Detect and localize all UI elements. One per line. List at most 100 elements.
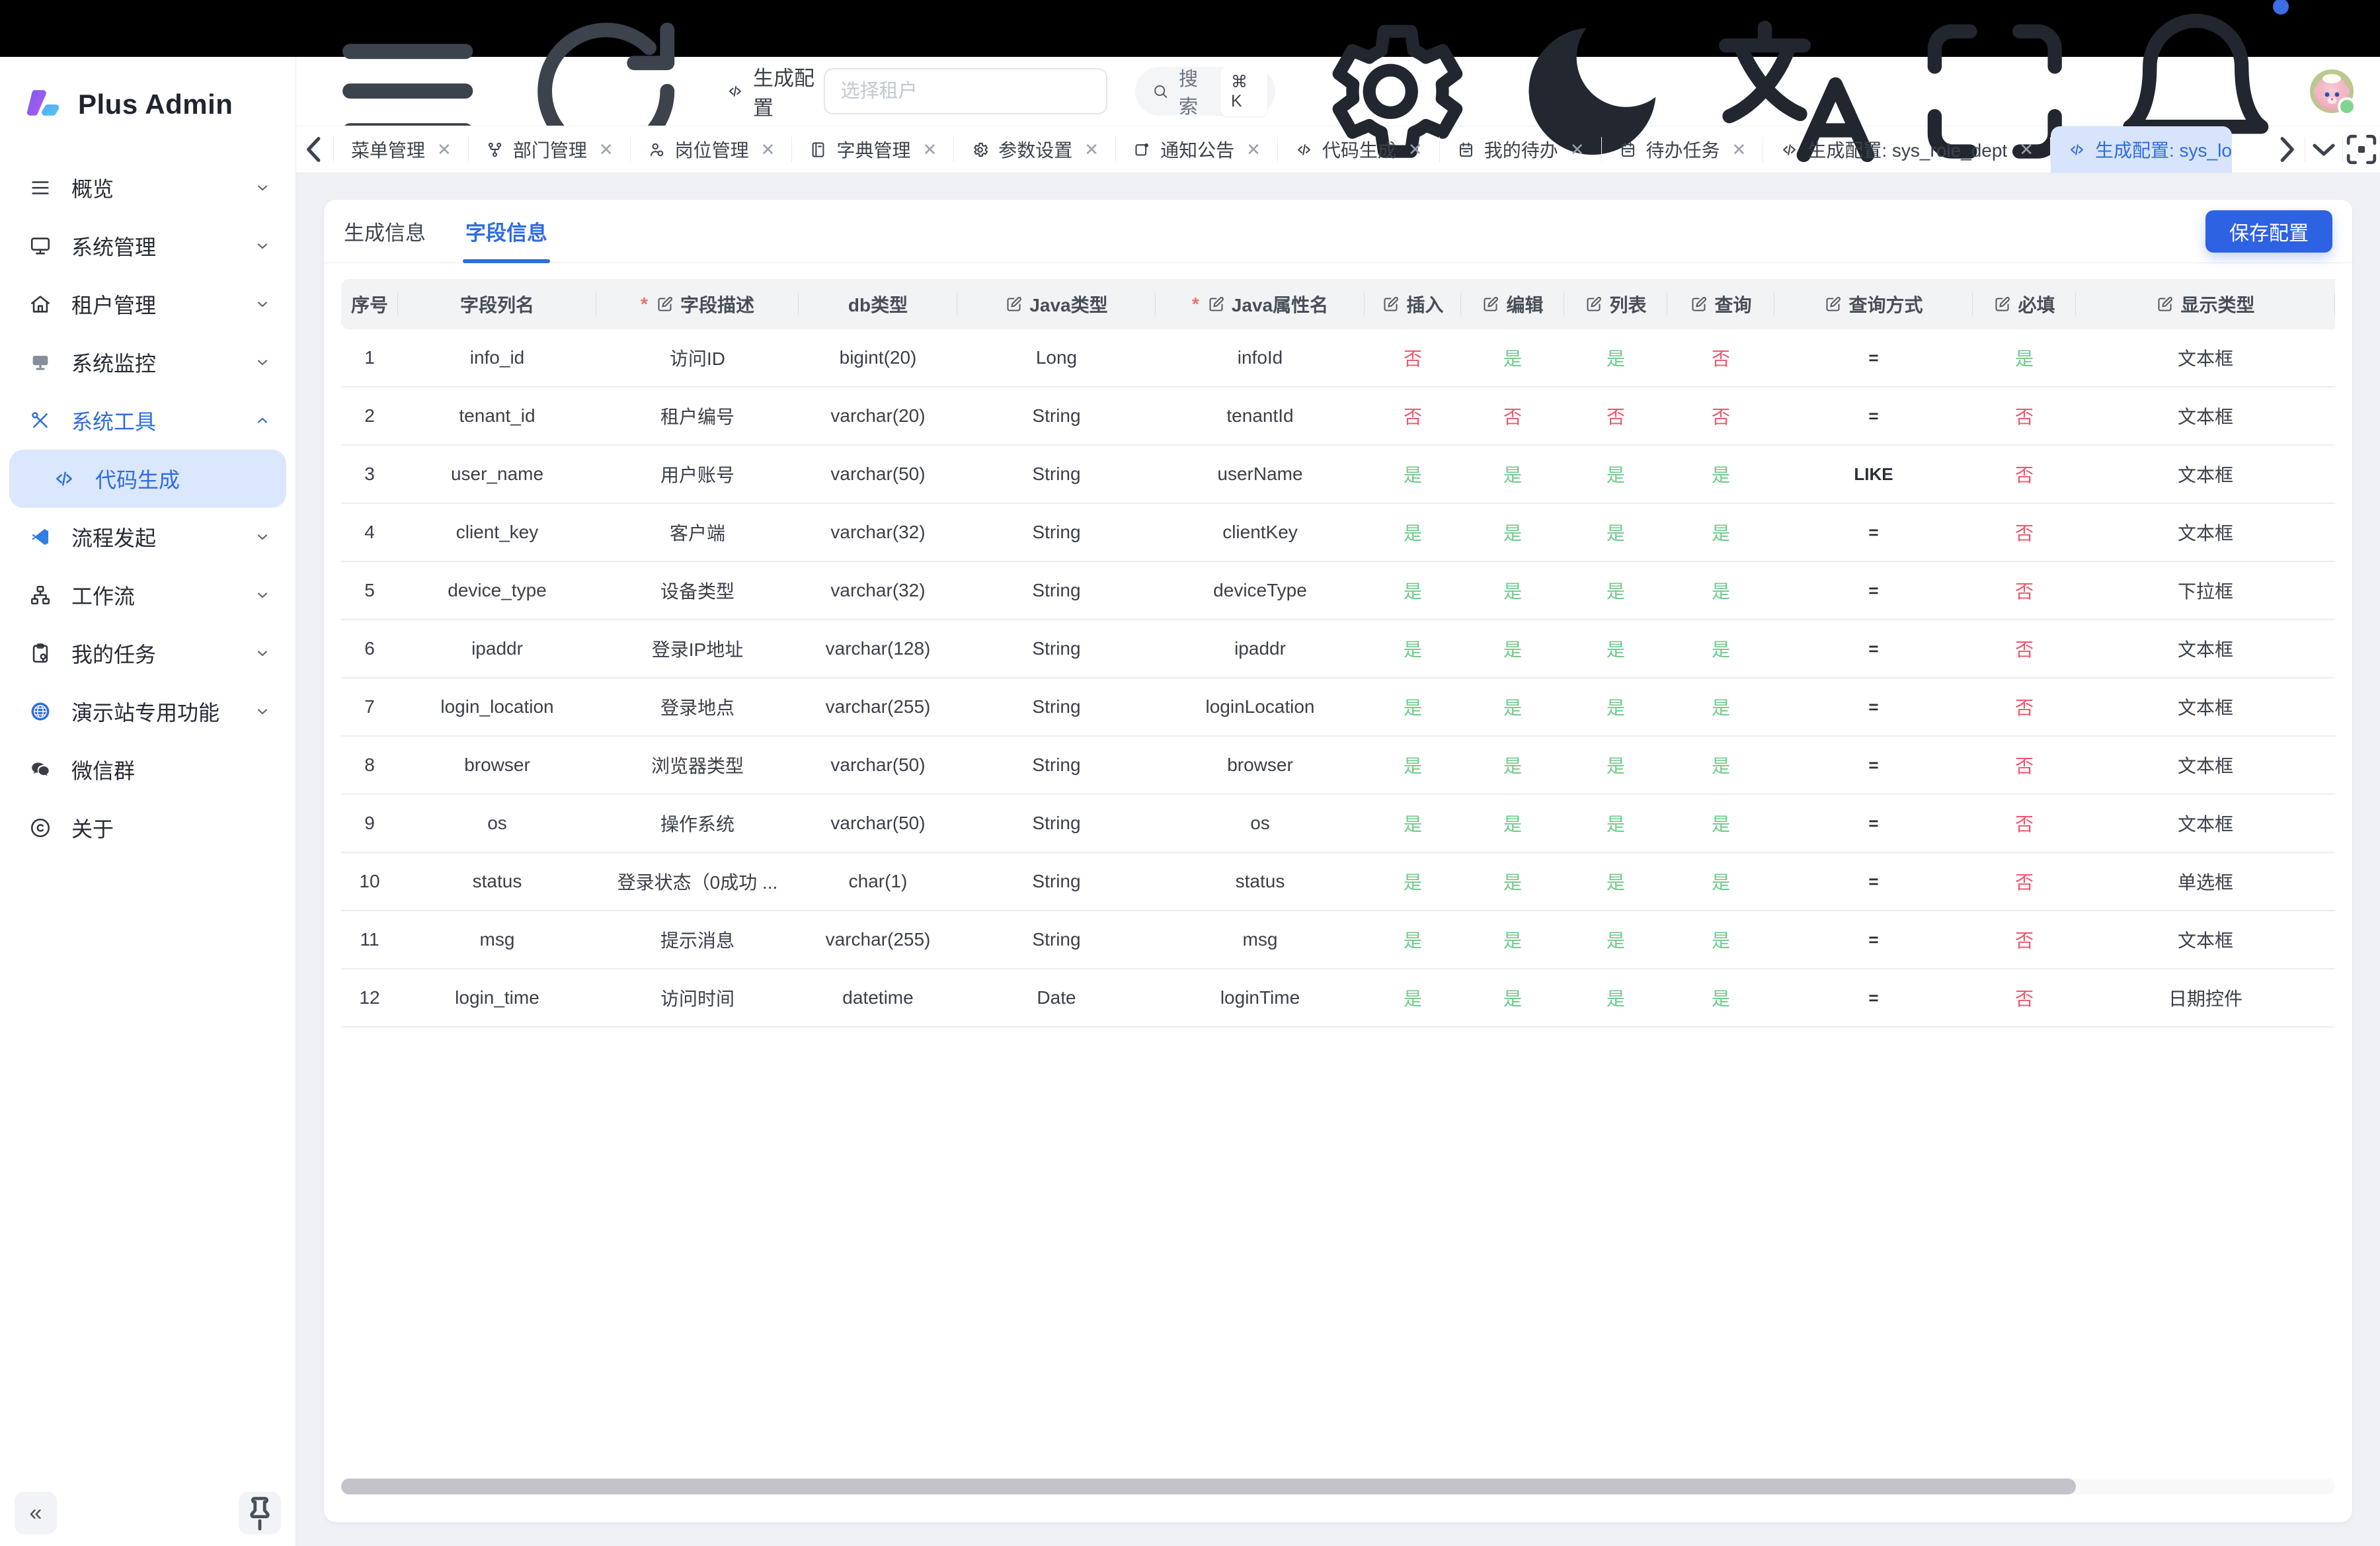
column-header: db类型 [799,279,957,329]
scrollbar-thumb[interactable] [341,1479,2076,1494]
sidebar-item[interactable]: 租户管理 [0,275,296,333]
tabs-dropdown-button[interactable] [2305,126,2342,173]
open-tab[interactable]: 字典管理 ✕ [792,126,954,173]
column-header: 必填 [1973,279,2076,329]
table-cell: 否 [1461,387,1564,446]
column-label: 编辑 [1506,291,1543,317]
edit-icon[interactable] [1824,296,1842,313]
column-header: Java类型 [957,279,1156,329]
edit-icon[interactable] [1005,296,1023,313]
close-icon[interactable]: ✕ [1246,141,1261,158]
user-avatar[interactable] [2310,69,2354,113]
sidebar-item[interactable]: 关于 [0,799,296,857]
sidebar-item[interactable]: 概览 [0,159,296,217]
open-tab[interactable]: 待办任务✕ [1602,126,1764,173]
close-icon[interactable]: ✕ [1732,141,1747,158]
column-header: 序号 [341,279,398,329]
tabs-scroll-right-button[interactable] [2268,126,2305,173]
tab-generate-info[interactable]: 生成信息 [344,200,426,263]
open-tab[interactable]: 部门管理✕ [469,126,631,173]
column-header: 编辑 [1461,279,1564,329]
table-cell: varchar(255) [799,678,957,737]
sidebar-item[interactable]: 演示站专用功能 [0,682,296,741]
edit-icon[interactable] [1207,296,1225,313]
table-cell: 日期控件 [2076,969,2335,1028]
close-icon[interactable]: ✕ [761,141,775,158]
edit-icon[interactable] [1690,296,1708,313]
code-icon [1780,141,1798,159]
table-cell: 文本框 [2076,678,2335,737]
sidebar-item-label: 微信群 [71,754,135,785]
display-icon [29,351,52,374]
open-tab[interactable]: 参数设置✕ [954,126,1116,173]
edit-icon[interactable] [2156,296,2174,313]
table-cell: 2 [341,387,398,446]
close-icon[interactable]: ✕ [437,141,452,158]
table-cell: 是 [1461,969,1564,1028]
close-icon[interactable]: ✕ [1084,141,1099,158]
table-cell: user_name [398,446,596,504]
table-cell: 否 [1973,853,2076,911]
close-icon[interactable]: ✕ [2019,141,2034,158]
tab-field-info[interactable]: 字段信息 [465,200,547,263]
table-cell: msg [398,911,596,969]
sidebar-item[interactable]: 系统监控 [0,333,296,391]
save-config-button[interactable]: 保存配置 [2205,210,2332,253]
close-icon[interactable]: ✕ [599,141,614,158]
table-cell: 是 [1365,795,1461,853]
table-cell: msg [1156,911,1365,969]
sidebar-item-label: 我的任务 [71,638,156,669]
sidebar-collapse-button[interactable]: « [15,1492,57,1534]
tab-label: 字典管理 [836,136,910,163]
sidebar-item-label: 租户管理 [71,289,156,319]
table-cell: login_time [398,969,596,1028]
table-cell: String [957,387,1156,446]
edit-icon[interactable] [1482,296,1499,313]
edit-icon[interactable] [1382,296,1400,313]
column-label: 字段列名 [460,291,534,317]
open-tab[interactable]: 代码生成✕ [1278,126,1440,173]
sidebar-item[interactable]: 系统管理 [0,217,296,275]
sidebar-pin-button[interactable] [239,1492,281,1534]
table-cell: varchar(50) [799,795,957,853]
edit-icon[interactable] [656,296,674,313]
table-cell: 12 [341,969,398,1028]
sidebar-item[interactable]: 工作流 [0,566,296,624]
close-icon[interactable]: ✕ [1570,141,1585,158]
table-cell: 是 [1564,969,1667,1028]
search-button[interactable]: 搜索 ⌘ K [1135,67,1276,116]
app-window: Plus Admin 概览系统管理租户管理系统监控系统工具代码生成流程发起工作流… [0,57,2380,1546]
sidebar-item[interactable]: 流程发起 [0,508,296,566]
edit-icon[interactable] [1585,296,1603,313]
table-cell: 是 [1667,678,1774,737]
open-tab-active[interactable]: 生成配置: sys_lo [2051,126,2232,173]
content: 生成信息 字段信息 保存配置 序号字段列名*字段描述db类型Java类型*Jav… [296,173,2380,1546]
close-icon[interactable]: ✕ [922,141,937,158]
table-cell: 4 [341,504,398,562]
column-header: 列表 [1564,279,1667,329]
close-icon[interactable]: ✕ [1408,141,1423,158]
tenant-select-input[interactable] [824,68,1107,114]
table-cell: 否 [1973,678,2076,737]
table-cell: 是 [1564,562,1667,620]
open-tab[interactable]: 通知公告✕ [1116,126,1278,173]
open-tab[interactable]: 岗位管理✕ [631,126,793,173]
column-label: 插入 [1406,291,1443,317]
notification-badge [2273,0,2289,15]
header: 生成配置 搜索 ⌘ K [296,57,2380,126]
table-cell: 浏览器类型 [596,737,799,795]
table-cell: 设备类型 [596,562,799,620]
tabs-scroll-left-button[interactable] [296,126,333,173]
open-tab[interactable]: 生成配置: sys_role_dept✕ [1763,126,2051,173]
table-cell: 否 [1973,911,2076,969]
open-tab[interactable]: 我的待办✕ [1440,126,1602,173]
sidebar-item[interactable]: 代码生成 [9,450,286,508]
table-cell: 文本框 [2076,620,2335,678]
open-tab[interactable]: 菜单管理✕ [334,126,469,173]
table-cell: String [957,737,1156,795]
content-fullscreen-button[interactable] [2343,126,2380,173]
sidebar-item[interactable]: 我的任务 [0,624,296,682]
sidebar-item[interactable]: 系统工具 [0,391,296,450]
sidebar-item[interactable]: 微信群 [0,741,296,799]
edit-icon[interactable] [1993,296,2011,313]
